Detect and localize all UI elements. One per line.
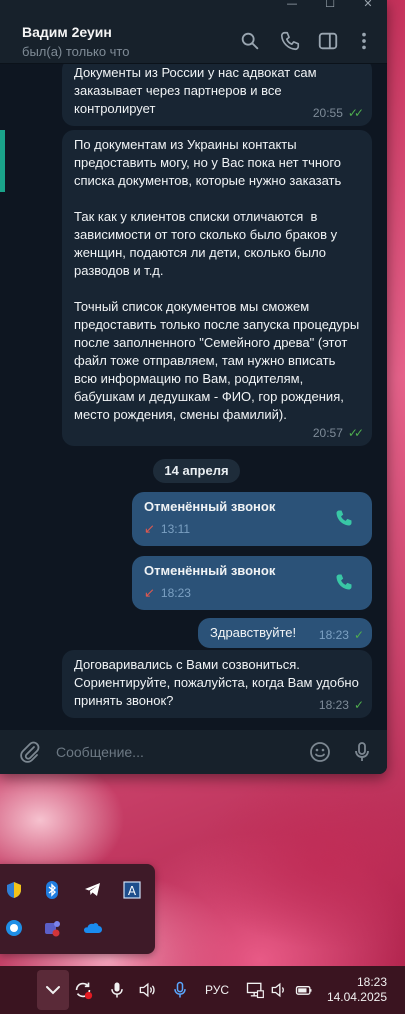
attach-icon[interactable] — [18, 740, 42, 764]
call-title: Отменённый звонок — [144, 499, 276, 514]
bluetooth-icon[interactable] — [42, 880, 62, 900]
message-meta: 18:23 ✓ — [318, 626, 364, 644]
window-controls: — ☐ ✕ — [273, 0, 387, 12]
message-bubble[interactable]: Документы из России у нас адвокат сам за… — [62, 64, 372, 126]
speaker-icon[interactable] — [269, 978, 289, 1002]
language-bar-icon[interactable]: A — [122, 880, 142, 900]
more-vertical-icon[interactable] — [353, 30, 375, 52]
minimize-button[interactable]: — — [273, 0, 311, 12]
message-bubble[interactable]: Здравствуйте! 18:23 ✓ — [198, 618, 372, 648]
clock-date: 14.04.2025 — [326, 990, 387, 1004]
call-back-phone-icon[interactable] — [334, 572, 354, 592]
composer: Сообщение... — [0, 730, 387, 774]
call-info: ↙ 18:23 — [144, 584, 360, 602]
clock-time: 18:23 — [356, 975, 387, 989]
close-button[interactable]: ✕ — [349, 0, 387, 12]
missed-call-arrow-icon: ↙ — [144, 521, 155, 536]
battery-icon[interactable] — [294, 978, 314, 1002]
telegram-window: Вадим 2еуин был(а) только что — ☐ ✕ Доку… — [0, 0, 387, 774]
teams-icon[interactable] — [42, 918, 62, 938]
call-time: 13:11 — [160, 522, 191, 536]
check-icon: ✓ — [353, 628, 364, 642]
missed-call-arrow-icon: ↙ — [144, 585, 155, 600]
unread-accent-bar — [0, 130, 5, 192]
double-check-icon: ✓✓ — [347, 426, 364, 440]
search-icon[interactable] — [239, 30, 261, 52]
message-text: Договаривались с Вами созвониться. Сорие… — [74, 657, 363, 708]
double-check-icon: ✓✓ — [347, 106, 364, 120]
tray-overflow-flyout: A — [0, 864, 155, 954]
volume-icon[interactable] — [137, 978, 157, 1002]
microphone-tray-icon[interactable] — [107, 978, 127, 1002]
chat-history[interactable]: Документы из России у нас адвокат сам за… — [0, 64, 387, 730]
message-meta: 20:55 ✓✓ — [312, 104, 364, 122]
voice-input-icon[interactable] — [170, 978, 190, 1002]
call-time: 18:23 — [160, 586, 191, 600]
contact-name[interactable]: Вадим 2еуин — [22, 24, 112, 40]
message-time: 18:23 — [318, 628, 349, 642]
defender-icon[interactable] — [4, 880, 24, 900]
call-bubble[interactable]: Отменённый звонок ↙ 13:11 — [132, 492, 372, 546]
telegram-icon[interactable] — [83, 880, 103, 900]
message-bubble[interactable]: По документам из Украины контакты предос… — [62, 130, 372, 446]
skype-icon[interactable] — [4, 918, 24, 938]
phone-icon[interactable] — [279, 30, 301, 52]
call-back-phone-icon[interactable] — [334, 508, 354, 528]
sync-icon[interactable] — [72, 978, 94, 1002]
message-bubble[interactable]: Договаривались с Вами созвониться. Сорие… — [62, 650, 372, 718]
check-icon: ✓ — [353, 698, 364, 712]
onedrive-icon[interactable] — [83, 918, 103, 938]
message-text: По документам из Украины контакты предос… — [74, 137, 360, 422]
call-bubble[interactable]: Отменённый звонок ↙ 18:23 — [132, 556, 372, 610]
sidebar-toggle-icon[interactable] — [317, 30, 339, 52]
call-title: Отменённый звонок — [144, 563, 276, 578]
message-time: 20:55 — [312, 106, 343, 120]
microphone-icon[interactable] — [350, 740, 374, 764]
call-info: ↙ 13:11 — [144, 520, 360, 538]
network-icon[interactable] — [245, 978, 265, 1002]
message-meta: 18:23 ✓ — [318, 696, 364, 714]
show-hidden-icons-button[interactable] — [37, 970, 69, 1010]
input-language-indicator[interactable]: РУС — [205, 983, 229, 997]
maximize-button[interactable]: ☐ — [311, 0, 349, 12]
svg-text:A: A — [128, 884, 137, 898]
message-meta: 20:57 ✓✓ — [312, 424, 364, 442]
message-time: 20:57 — [312, 426, 343, 440]
date-separator: 14 апреля — [153, 459, 240, 483]
contact-status: был(а) только что — [22, 44, 130, 59]
message-time: 18:23 — [318, 698, 349, 712]
taskbar: РУС 18:23 14.04.2025 — [0, 966, 405, 1014]
taskbar-clock[interactable]: 18:23 14.04.2025 — [327, 975, 387, 1005]
emoji-icon[interactable] — [308, 740, 332, 764]
message-input[interactable]: Сообщение... — [56, 744, 144, 760]
